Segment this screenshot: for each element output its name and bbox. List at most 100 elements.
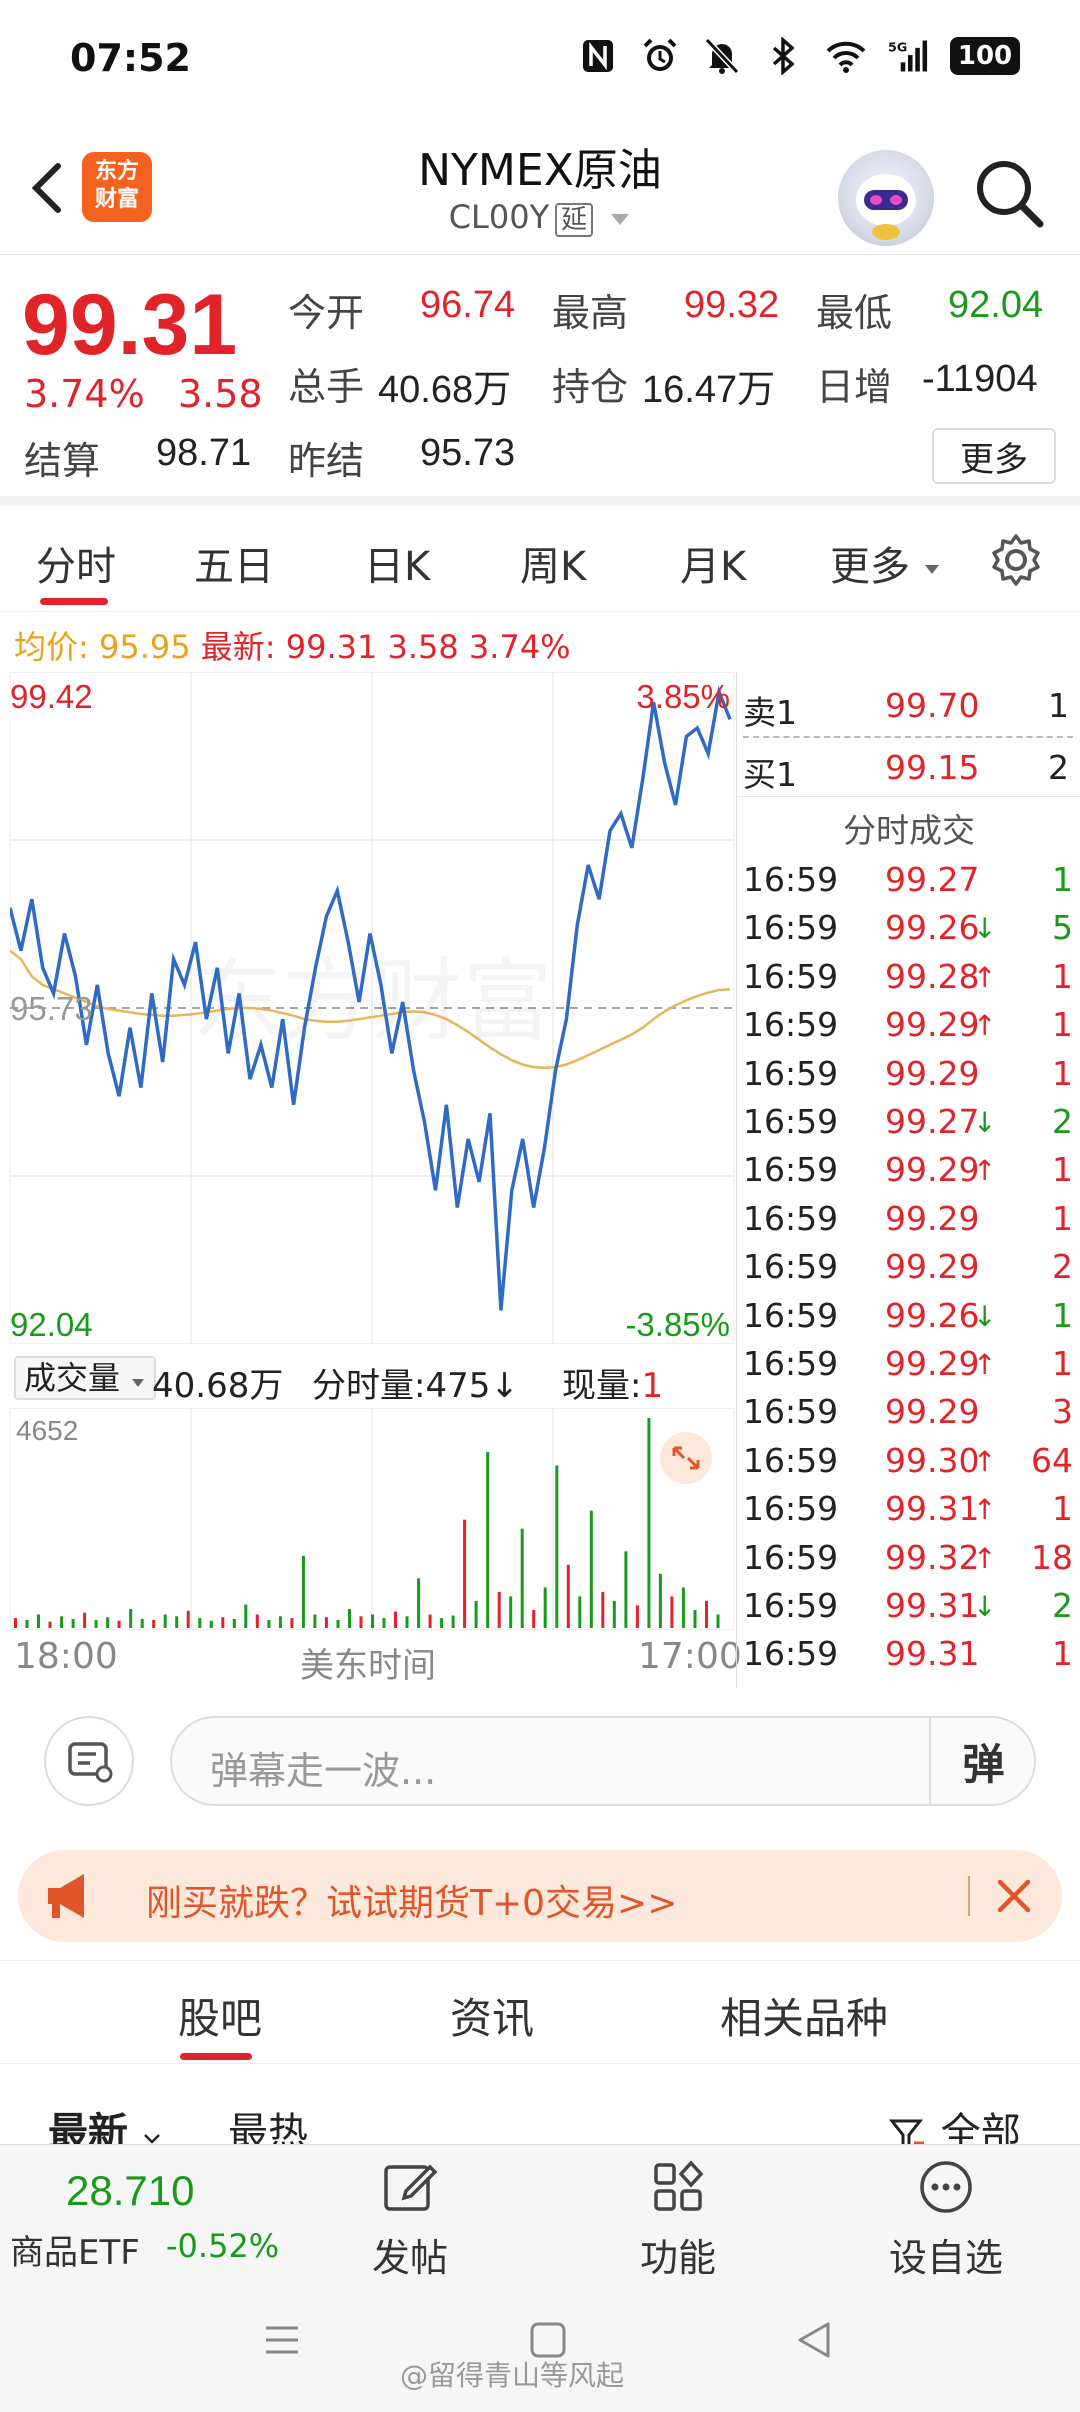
trade-time: 16:59: [743, 1102, 839, 1141]
trade-time: 16:59: [743, 1489, 839, 1529]
trade-time: 16:59: [743, 908, 839, 948]
chart-settings-button[interactable]: [988, 532, 1044, 592]
volume-bar: [451, 1615, 455, 1628]
volume-bar: [601, 1591, 605, 1628]
trade-volume: 1: [1052, 1198, 1073, 1238]
trade-direction: ↓: [973, 1106, 997, 1139]
trade-volume: 1: [1052, 860, 1073, 899]
menu-icon: [266, 2326, 298, 2354]
weibo-watermark: @留得青山等风起: [400, 2359, 625, 2392]
features-button[interactable]: 功能: [598, 2155, 758, 2282]
trade-row: 16:59 99.26 ↓ 5: [737, 902, 1080, 951]
price-chart-svg: 东方财富 99.42 95.73 92.04 3.85% -3.85%: [8, 671, 735, 1345]
tab-five-day[interactable]: 五日: [194, 534, 274, 592]
battery-icon: 100: [950, 37, 1020, 75]
book-divider: [743, 736, 1073, 738]
danmaku-settings-button[interactable]: [44, 1716, 134, 1806]
chart-period-tabs: 分时 五日 日K 周K 月K 更多: [0, 506, 1080, 612]
tab-more-label: 更多: [830, 544, 910, 590]
nfc-icon: [578, 36, 618, 76]
latest-value: 99.31: [285, 628, 378, 666]
danmaku-send-button[interactable]: 弹: [929, 1718, 1036, 1804]
trade-volume: 1: [1052, 1150, 1073, 1190]
trade-time: 16:59: [743, 1150, 839, 1190]
volume-bar: [232, 1619, 236, 1628]
volume-bar: [417, 1578, 421, 1628]
volume-bar: [313, 1614, 317, 1628]
fullscreen-button[interactable]: [660, 1432, 712, 1484]
tab-weekly-k[interactable]: 周K: [520, 534, 586, 592]
tab-daily-k[interactable]: 日K: [364, 534, 430, 592]
trade-volume: 1: [1052, 1053, 1073, 1093]
volume-bar: [255, 1614, 259, 1628]
bid-row: 买1 99.15 2: [737, 742, 1080, 794]
volume-bar: [670, 1596, 674, 1628]
tab-forum[interactable]: 股吧: [178, 1985, 262, 2046]
tab-intraday[interactable]: 分时: [36, 534, 116, 592]
volume-bar: [198, 1618, 202, 1628]
trade-time: 16:59: [743, 1295, 839, 1335]
y-tick-high: 99.42: [10, 678, 93, 715]
post-button[interactable]: 发帖: [330, 2155, 490, 2282]
open-interest-label: 持仓: [552, 365, 629, 409]
current-volume: 现量:1: [562, 1358, 663, 1407]
volume-chart[interactable]: 4652: [9, 1407, 735, 1631]
volume-bar: [71, 1619, 75, 1628]
trade-direction: ↓: [973, 1590, 997, 1623]
dropdown-caret-icon: [132, 1379, 145, 1387]
trade-time: 16:59: [743, 1247, 839, 1287]
robot-assistant-avatar[interactable]: [838, 150, 934, 246]
volume-header: 成交量 40.68万 分时量:475↓ 现量:1: [10, 1352, 734, 1407]
search-button[interactable]: [970, 154, 1050, 234]
tab-monthly-k[interactable]: 月K: [680, 534, 746, 592]
more-quote-button[interactable]: 更多: [932, 428, 1056, 484]
status-time: 07:52: [70, 36, 191, 80]
latest-change-pct: 3.74%: [468, 628, 571, 666]
trade-time: 16:59: [743, 1440, 839, 1480]
trade-time: 16:59: [743, 1392, 839, 1432]
open-value: 96.74: [420, 284, 516, 326]
tab-related[interactable]: 相关品种: [720, 1985, 888, 2046]
sort-row: 最新 最热 全部: [0, 2064, 1080, 2156]
trade-row: 16:59 99.29 ↑ 1: [737, 999, 1080, 1048]
tab-news[interactable]: 资讯: [450, 1985, 534, 2046]
trade-price: 99.29: [885, 1053, 980, 1093]
trade-volume: 1: [1052, 1634, 1073, 1674]
banner-close-button[interactable]: [984, 1866, 1044, 1926]
daily-increase-value: -11904: [922, 358, 1038, 400]
trade-row: 16:59 99.32 ↑ 18: [737, 1532, 1080, 1581]
nav-back-button[interactable]: [794, 2320, 834, 2364]
tab-more[interactable]: 更多: [830, 534, 941, 592]
last-price: 99.31: [22, 277, 238, 373]
volume-total: 40.68万: [152, 1366, 284, 1406]
volume-bar: [359, 1616, 363, 1628]
low-value: 92.04: [948, 284, 1044, 326]
etf-name: 商品ETF: [10, 2233, 140, 2273]
volume-bar: [117, 1620, 121, 1628]
trade-time: 16:59: [743, 1634, 839, 1674]
related-etf[interactable]: 28.710 商品ETF -0.52%: [0, 2145, 280, 2281]
trade-volume: 64: [1031, 1440, 1073, 1480]
status-bar: 07:52 5G 100: [0, 0, 1080, 120]
volume-bar: [716, 1614, 720, 1628]
volume-bar: [290, 1618, 294, 1628]
trade-price: 99.31: [885, 1586, 980, 1625]
danmaku-input[interactable]: 弹幕走一波... 弹: [170, 1716, 1036, 1806]
intraday-price-chart[interactable]: 东方财富 99.42 95.73 92.04 3.85% -3.85%: [8, 671, 735, 1345]
promo-banner[interactable]: 刚买就跌？试试期货T+0交易>>: [18, 1850, 1062, 1942]
trade-volume: 18: [1031, 1537, 1073, 1577]
x-axis-timezone: 美东时间: [300, 1646, 436, 1686]
volume-indicator-selector[interactable]: 成交量: [14, 1356, 157, 1400]
volume-bar: [324, 1617, 328, 1628]
alarm-icon: [640, 36, 680, 76]
add-watchlist-button[interactable]: 设自选: [866, 2155, 1026, 2282]
trade-price: 99.26: [885, 908, 980, 948]
trade-volume: 2: [1052, 1102, 1073, 1141]
trade-direction: ↑: [973, 1154, 997, 1188]
trade-row: 16:59 99.30 ↑ 64: [737, 1435, 1080, 1484]
average-price-info: 均价: 95.95 最新: 99.31 3.58 3.74%: [14, 622, 571, 668]
trade-price: 99.29: [885, 1247, 980, 1287]
change-percent: 3.74%: [24, 372, 145, 416]
nav-menu-button[interactable]: [262, 2320, 302, 2364]
trade-volume: 5: [1052, 908, 1073, 948]
